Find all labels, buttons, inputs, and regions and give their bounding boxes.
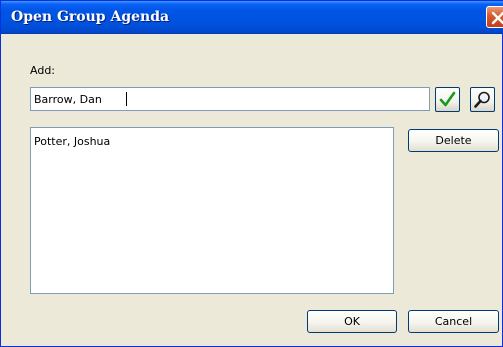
dialog-window: Open Group Agenda Add: Potter, Joshua De…: [0, 0, 503, 347]
text-caret: [126, 92, 127, 106]
magnifier-icon: [474, 91, 490, 108]
confirm-add-button[interactable]: [435, 87, 460, 112]
title-bar[interactable]: Open Group Agenda: [1, 1, 503, 34]
list-item[interactable]: Potter, Joshua: [34, 134, 110, 149]
attendee-list[interactable]: Potter, Joshua: [30, 127, 394, 294]
window-title: Open Group Agenda: [11, 9, 170, 25]
close-button[interactable]: [486, 6, 503, 28]
close-icon: [491, 11, 503, 25]
cancel-button[interactable]: Cancel: [408, 310, 499, 333]
add-name-input[interactable]: [30, 87, 430, 111]
add-label: Add:: [30, 64, 56, 77]
ok-button[interactable]: OK: [307, 310, 397, 333]
lookup-button[interactable]: [470, 87, 495, 112]
checkmark-icon: [439, 91, 456, 107]
delete-button[interactable]: Delete: [408, 129, 499, 152]
